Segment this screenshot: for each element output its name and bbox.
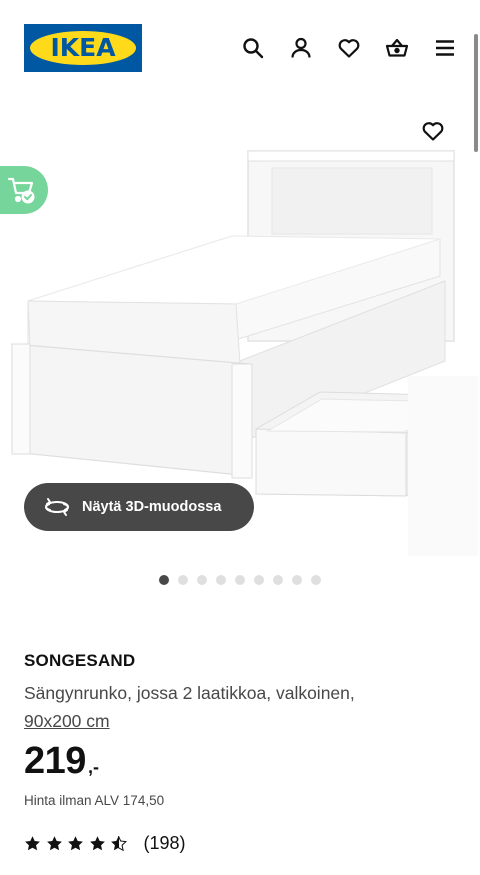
price-suffix: ,- — [88, 757, 99, 777]
cart-status-badge[interactable] — [0, 166, 48, 214]
gallery-pagination — [0, 575, 480, 587]
gallery-dot-4[interactable] — [216, 575, 226, 585]
ikea-logo[interactable]: IKEA — [24, 24, 142, 72]
gallery-dot-3[interactable] — [197, 575, 207, 585]
product-rating[interactable]: (198) — [24, 832, 186, 854]
gallery-dot-2[interactable] — [178, 575, 188, 585]
view-3d-button[interactable]: Näytä 3D-muodossa — [24, 483, 254, 531]
gallery-dot-8[interactable] — [292, 575, 302, 585]
gallery-dot-5[interactable] — [235, 575, 245, 585]
cart-check-icon — [7, 177, 35, 204]
rating-count: (198) — [143, 832, 186, 853]
gallery-dot-6[interactable] — [254, 575, 264, 585]
add-to-favorites-button[interactable] — [418, 116, 448, 146]
star-icon — [68, 835, 83, 850]
gallery-dot-9[interactable] — [311, 575, 321, 585]
basket-icon[interactable] — [382, 33, 412, 63]
site-header: IKEA — [0, 0, 480, 96]
star-icon — [46, 835, 62, 850]
heart-icon[interactable] — [334, 33, 364, 63]
star-icon — [25, 835, 40, 850]
gallery-dot-7[interactable] — [273, 575, 283, 585]
logo-text: IKEA — [50, 33, 116, 62]
product-price: 219 — [24, 740, 86, 782]
search-icon[interactable] — [238, 33, 268, 63]
menu-icon[interactable] — [430, 33, 460, 63]
user-icon[interactable] — [286, 33, 316, 63]
price-excl-vat: Hinta ilman ALV 174,50 — [24, 793, 165, 808]
product-gallery[interactable]: Näytä 3D-muodossa — [0, 96, 480, 566]
rotate-3d-icon — [45, 498, 69, 516]
product-description: Sängynrunko, jossa 2 laatikkoa, valkoine… — [24, 679, 464, 735]
half-star-icon — [111, 835, 127, 851]
product-description-text: Sängynrunko, jossa 2 laatikkoa, valkoine… — [24, 683, 355, 703]
product-brand: SONGESAND — [24, 651, 136, 670]
product-size-link[interactable]: 90x200 cm — [24, 711, 110, 731]
gallery-dot-1[interactable] — [159, 575, 169, 585]
star-icon — [89, 835, 105, 850]
view-3d-label: Näytä 3D-muodossa — [82, 499, 222, 515]
